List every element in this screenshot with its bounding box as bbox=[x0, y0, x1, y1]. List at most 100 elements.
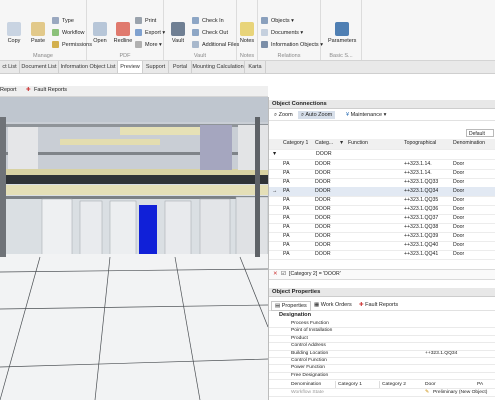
maintenance-icon: ¥ bbox=[346, 112, 350, 118]
pencil-icon: ✎ bbox=[425, 390, 430, 395]
cell-topographical: ++323.1.QQ39 bbox=[404, 233, 439, 239]
permissions-button[interactable]: Permissions bbox=[52, 41, 92, 50]
property-label: Power Function bbox=[291, 365, 325, 371]
open-button[interactable]: Open bbox=[88, 22, 112, 44]
tab-mounting-calculation[interactable]: Mounting Calculation bbox=[192, 61, 245, 73]
current-row-indicator-icon: → bbox=[272, 188, 278, 194]
column-header-topographical[interactable]: Topographical bbox=[404, 139, 436, 148]
tab-object-list[interactable]: ct List bbox=[0, 61, 20, 73]
cell-category-1: PA bbox=[283, 179, 290, 185]
workflow-state-value: Preliminary (New Object) bbox=[433, 390, 488, 395]
column-header-category-1[interactable]: Category 1 bbox=[283, 139, 308, 148]
maintenance-button[interactable]: ¥ Maintenance ▾ bbox=[343, 111, 389, 119]
object-connections-toolbar: ⌕ Zoom ⌕ Auto Zoom ¥ Maintenance ▾ bbox=[269, 110, 495, 121]
object-properties-tabs: ▤ Properties ▦ Work Orders ✚ Fault Repor… bbox=[269, 299, 495, 311]
additional-files-icon bbox=[192, 41, 199, 49]
objects-button[interactable]: Objects ▾ bbox=[261, 17, 294, 26]
fault-reports-button[interactable]: Fault Reports bbox=[34, 87, 67, 93]
clear-filter-icon[interactable]: ✕ bbox=[273, 271, 278, 277]
cell-denomination: Door bbox=[453, 206, 465, 212]
cell-category-2: DOOR bbox=[315, 179, 331, 185]
tab-work-orders[interactable]: ▦ Work Orders bbox=[311, 301, 355, 309]
auto-zoom-button[interactable]: ⌕ Auto Zoom bbox=[298, 111, 336, 119]
tab-document-list[interactable]: Document List bbox=[20, 61, 59, 73]
information-objects-icon bbox=[261, 41, 268, 49]
vault-button[interactable]: Vault bbox=[166, 22, 190, 44]
additional-files-button[interactable]: Additional Files bbox=[192, 41, 239, 50]
property-label: Process Function bbox=[291, 321, 329, 326]
column-header-function[interactable]: Function bbox=[348, 139, 368, 148]
3d-model-view[interactable] bbox=[0, 97, 268, 400]
property-value[interactable]: ++323.1.QQ34 bbox=[425, 350, 457, 357]
tab-fault-reports[interactable]: ✚ Fault Reports bbox=[356, 301, 401, 309]
export-button[interactable]: Export ▾ bbox=[135, 29, 165, 38]
filter-icon[interactable]: ▼ bbox=[339, 139, 344, 148]
cell-denomination: Door bbox=[453, 242, 465, 248]
cell-topographical: ++323.1.QQ37 bbox=[404, 215, 439, 221]
cell-category-1: PA bbox=[283, 233, 290, 239]
zoom-button[interactable]: ⌕ Zoom bbox=[271, 111, 296, 119]
cell-topographical: ++323.1.QQ41 bbox=[404, 251, 439, 257]
cell-category-1: PA bbox=[283, 215, 290, 221]
designation-section: Designation bbox=[279, 312, 312, 318]
cell-denomination: Door bbox=[453, 251, 465, 257]
fault-reports-icon: ✚ bbox=[26, 87, 31, 93]
filter-bar: ✕ ☑ [Category 2] = 'DOOR' bbox=[269, 269, 495, 280]
check-in-icon bbox=[192, 17, 199, 25]
tab-karta[interactable]: Karta bbox=[245, 61, 266, 73]
open-icon bbox=[93, 22, 107, 36]
filter-row[interactable]: ▼ DOOR bbox=[269, 150, 495, 160]
cell-category-2: DOOR bbox=[315, 215, 331, 221]
notes-button[interactable]: Notes bbox=[235, 22, 259, 44]
workflow-button[interactable]: Workflow bbox=[52, 29, 85, 38]
report-button[interactable]: Report bbox=[0, 87, 17, 93]
cell-denomination: Door bbox=[453, 197, 465, 203]
check-out-button[interactable]: Check Out bbox=[192, 29, 228, 38]
selected-door[interactable] bbox=[139, 205, 157, 259]
filter-checkbox[interactable]: ☑ bbox=[281, 271, 286, 277]
tab-support[interactable]: Support bbox=[143, 61, 169, 73]
layout-select[interactable]: Default bbox=[466, 129, 494, 137]
work-orders-icon: ▦ bbox=[314, 302, 320, 308]
tab-portal[interactable]: Portal bbox=[169, 61, 192, 73]
documents-button[interactable]: Documents ▾ bbox=[261, 29, 303, 38]
type-button[interactable]: Type bbox=[52, 17, 74, 26]
building-model-render bbox=[0, 97, 268, 400]
cell-category-1: PA bbox=[283, 197, 290, 203]
information-objects-button[interactable]: Information Objects ▾ bbox=[261, 41, 323, 50]
cell-category-2: DOOR bbox=[315, 242, 331, 248]
tab-preview[interactable]: Preview bbox=[118, 61, 143, 73]
cell-category-2: DOOR bbox=[315, 188, 331, 194]
redline-button[interactable]: Redline bbox=[111, 22, 135, 44]
more-button[interactable]: More ▾ bbox=[135, 41, 162, 50]
cell-topographical: ++323.1.QQ33 bbox=[404, 179, 439, 185]
filter-expression: [Category 2] = 'DOOR' bbox=[289, 271, 341, 277]
objects-icon bbox=[261, 17, 268, 25]
document-tabs: ct List Document List Information Object… bbox=[0, 61, 495, 74]
group-label-manage: Manage bbox=[33, 53, 53, 59]
grid-header: Category 1 Categ... ▼ Function Topograph… bbox=[269, 139, 495, 150]
tab-properties[interactable]: ▤ Properties bbox=[271, 301, 311, 311]
cell-topographical: ++323.1.QQ40 bbox=[404, 242, 439, 248]
cell-category-2: DOOR bbox=[315, 161, 331, 167]
paste-button[interactable]: Paste bbox=[26, 22, 50, 44]
fault-report-icon: ✚ bbox=[359, 302, 364, 308]
filter-value[interactable]: DOOR bbox=[316, 150, 332, 159]
parameters-button[interactable]: Parameters bbox=[328, 22, 356, 44]
cell-category-2: DOOR bbox=[315, 170, 331, 176]
pa-value[interactable]: PA bbox=[477, 381, 483, 388]
cell-category-2: DOOR bbox=[315, 197, 331, 203]
copy-button[interactable]: Copy bbox=[2, 22, 26, 44]
ribbon-group-basic: Parameters Basic S... bbox=[321, 0, 362, 60]
denomination-label: Denomination bbox=[291, 382, 322, 387]
check-in-button[interactable]: Check In bbox=[192, 17, 224, 26]
group-label-pdf: PDF bbox=[119, 53, 131, 59]
print-button[interactable]: Print bbox=[135, 17, 156, 26]
redline-icon bbox=[116, 22, 130, 36]
denomination-value[interactable]: Door bbox=[425, 381, 436, 388]
column-header-denomination[interactable]: Denomination bbox=[453, 139, 485, 148]
table-row[interactable]: PA DOOR ++323.1.QQ41 Door bbox=[269, 250, 495, 260]
object-properties-header: Object Properties bbox=[269, 288, 495, 297]
tab-information-object-list[interactable]: Information Object List bbox=[59, 61, 118, 73]
column-header-category-2[interactable]: Categ... bbox=[315, 139, 333, 148]
